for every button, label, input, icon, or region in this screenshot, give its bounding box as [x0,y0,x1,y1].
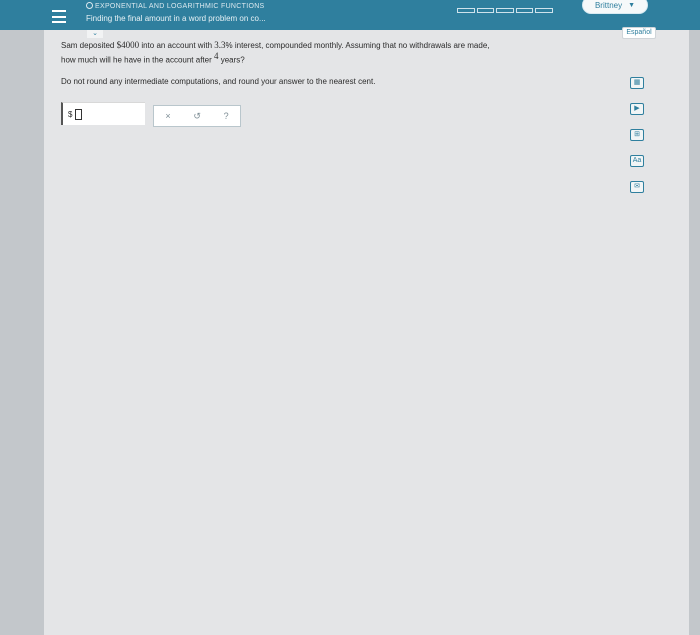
question-text: Sam deposited $4000 into an account with… [61,40,621,66]
answer-input[interactable]: $ [61,102,145,125]
question-part: years? [218,55,245,65]
message-icon[interactable]: ✉ [630,181,644,193]
menu-icon[interactable] [52,10,66,23]
progress-segment [515,8,534,13]
video-icon[interactable]: ▶ [630,103,644,115]
side-toolbar: ▦ ▶ ⊞ Aa ✉ [630,77,644,193]
question-part: into an account with [139,41,215,50]
help-icon[interactable]: ? [224,111,229,121]
user-name: Brittney [594,0,623,10]
progress-segment [535,8,553,13]
question-part: Sam deposited [61,41,117,50]
textbook-icon[interactable]: Aa [630,155,644,167]
progress-segment [476,8,495,13]
answer-tools: × ↺ ? [153,105,241,127]
language-toggle-button[interactable]: Español [622,27,656,39]
chevron-down-icon: ⌄ [92,30,98,37]
question-part: % interest, compounded monthly. Assuming… [225,41,490,50]
progress-bar [457,8,553,13]
chevron-down-icon: ▼ [628,1,636,9]
topic-label: EXPONENTIAL AND LOGARITHMIC FUNCTIONS [95,3,265,10]
top-bar: EXPONENTIAL AND LOGARITHMIC FUNCTIONS Fi… [0,0,700,30]
data-table-icon[interactable]: ⊞ [630,129,644,141]
calculator-icon[interactable]: ▦ [630,77,644,89]
clear-icon[interactable]: × [165,111,170,121]
instruction-text: Do not round any intermediate computatio… [61,77,376,86]
currency-prefix: $ [68,110,73,119]
lesson-title: Finding the final amount in a word probl… [86,14,266,23]
topic-title: EXPONENTIAL AND LOGARITHMIC FUNCTIONS [86,2,265,10]
answer-placeholder-box[interactable] [75,109,82,120]
progress-segment [496,8,514,13]
user-menu-button[interactable]: Brittney ▼ [582,0,648,14]
interest-rate: 3.3 [214,40,226,50]
undo-icon[interactable]: ↺ [193,111,201,122]
principal-amount: $4000 [116,40,140,50]
topic-dot-icon [86,2,93,9]
collapse-button[interactable]: ⌄ [87,30,103,38]
question-part: how much will he have in the account aft… [61,55,214,65]
progress-segment [457,8,475,13]
